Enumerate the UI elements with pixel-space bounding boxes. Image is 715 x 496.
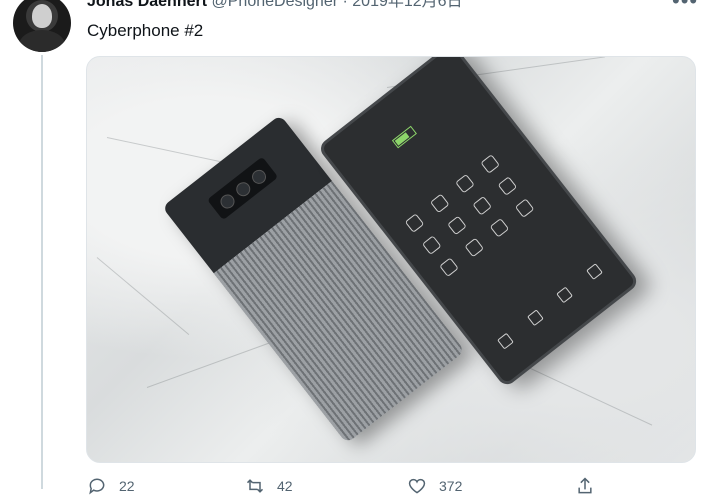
app-icon-grid <box>404 145 547 278</box>
author-handle[interactable]: @PhoneDesigner <box>212 0 339 10</box>
reply-icon <box>89 478 105 495</box>
share-icon <box>578 477 592 494</box>
like-button[interactable]: 372 <box>407 476 462 496</box>
app-icon <box>480 154 500 174</box>
tweet-actions: 22 42 372 <box>87 476 607 496</box>
avatar-shoulders <box>19 30 65 52</box>
thread-line <box>41 55 43 489</box>
app-icon <box>472 195 493 216</box>
avatar-face <box>32 4 52 28</box>
more-horizontal-icon[interactable]: ••• <box>672 0 698 14</box>
heart-icon <box>408 478 426 494</box>
tweet-date[interactable]: 2019年12月6日 <box>352 0 462 10</box>
tweet-media-image[interactable] <box>86 56 696 463</box>
camera-lens <box>233 179 254 200</box>
app-icon <box>514 198 535 218</box>
reply-count: 22 <box>119 478 135 494</box>
tweet-text: Cyberphone #2 <box>87 21 204 40</box>
app-icon <box>464 237 485 258</box>
dock-icon <box>586 263 603 280</box>
app-icon <box>455 173 475 194</box>
app-icon <box>489 217 510 238</box>
app-icon <box>447 215 467 236</box>
marble-vein <box>96 257 190 336</box>
dock-icon <box>526 309 544 327</box>
dock-icon <box>497 332 514 350</box>
battery-icon <box>391 125 417 149</box>
share-button[interactable] <box>575 476 607 496</box>
like-count: 372 <box>439 478 463 494</box>
meta-separator: · <box>342 0 348 10</box>
retweet-icon <box>246 479 264 493</box>
app-icon <box>421 235 442 255</box>
avatar[interactable] <box>13 0 71 52</box>
app-icon <box>404 213 425 233</box>
reply-button[interactable]: 22 <box>87 476 135 496</box>
retweet-button[interactable]: 42 <box>245 476 293 496</box>
dock <box>497 263 603 350</box>
retweet-count: 42 <box>277 478 293 494</box>
dock-icon <box>556 286 574 304</box>
tweet-header: Jonas Daehnert @PhoneDesigner · 2019年12月… <box>87 0 463 12</box>
app-icon <box>497 176 518 196</box>
camera-lens <box>217 191 238 212</box>
camera-lens <box>249 167 269 187</box>
camera-module <box>207 156 279 221</box>
app-icon <box>439 257 459 278</box>
app-icon <box>429 193 450 214</box>
author-name[interactable]: Jonas Daehnert <box>87 0 207 10</box>
